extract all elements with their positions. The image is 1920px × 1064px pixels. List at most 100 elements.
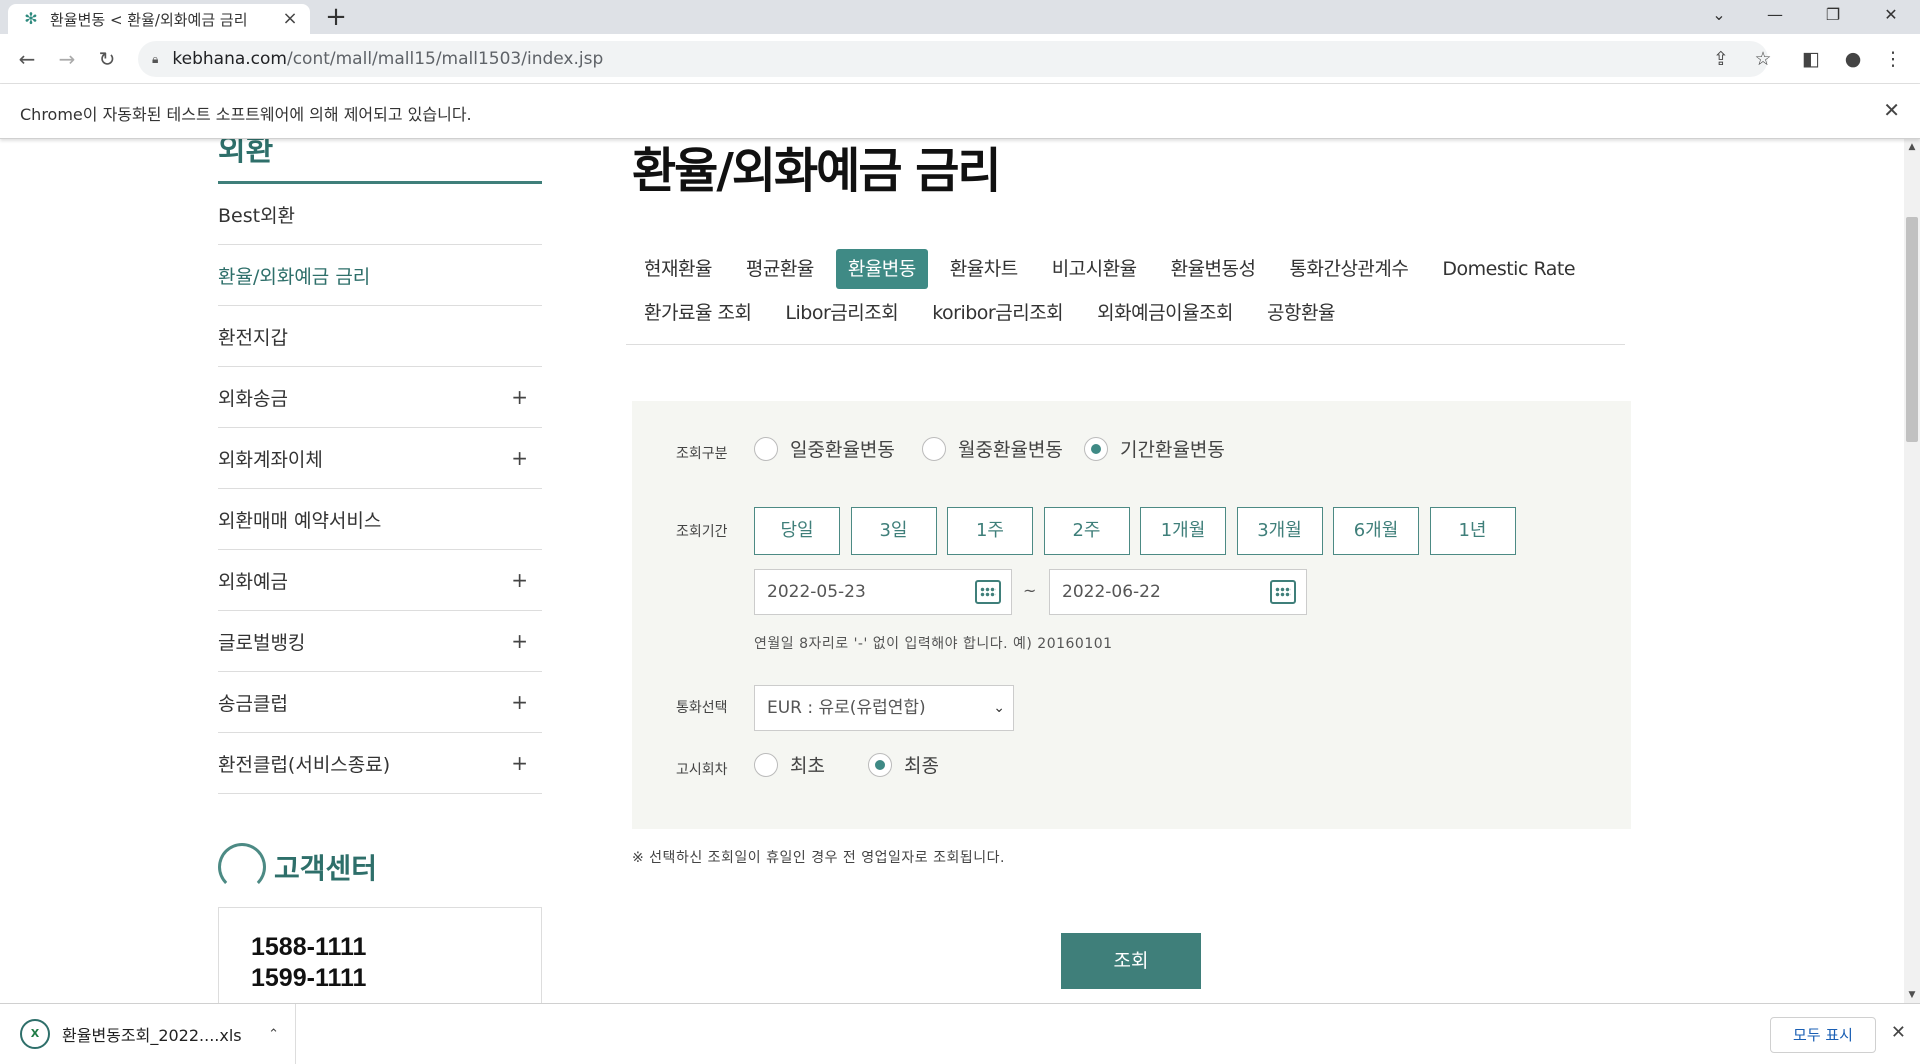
share-icon[interactable]: ⇪: [1706, 44, 1736, 74]
rate-tab[interactable]: 외화예금이율조회: [1085, 293, 1245, 333]
sidebar-item[interactable]: Best외환: [218, 184, 542, 245]
period-button[interactable]: 당일: [754, 507, 840, 555]
url-host: kebhana.com: [172, 49, 287, 69]
tab-search-icon[interactable]: ⌄: [1696, 0, 1742, 30]
radio-circle[interactable]: [922, 436, 946, 461]
chrome-menu-icon[interactable]: ⋮: [1878, 44, 1908, 74]
download-item[interactable]: X 환율변동조회_2022....xls ⌃: [8, 1004, 296, 1064]
page-scrollbar[interactable]: ▲ ▼: [1904, 139, 1920, 1003]
period-button[interactable]: 1개월: [1140, 507, 1226, 555]
sidebar-item[interactable]: 외화계좌이체 +: [218, 428, 542, 489]
period-button[interactable]: 3개월: [1236, 507, 1323, 555]
profile-avatar-icon[interactable]: ●: [1838, 44, 1868, 74]
sidebar-heading: 외환: [218, 139, 274, 168]
sidebar-item[interactable]: 환율/외화예금 금리: [218, 245, 542, 306]
forward-icon[interactable]: →: [52, 44, 82, 74]
rate-tab[interactable]: 공항환율: [1255, 293, 1347, 333]
url-bar[interactable]: 🔒︎ kebhana.com/cont/mall/mall15/mall1503…: [138, 41, 1768, 77]
calendar-icon[interactable]: [975, 580, 1001, 604]
sidebar-item[interactable]: 외화예금 +: [218, 550, 542, 611]
sidebar-item[interactable]: 환전클럽(서비스종료) +: [218, 733, 542, 794]
side-panel-icon[interactable]: ◧: [1796, 44, 1826, 74]
period-button[interactable]: 1주: [947, 507, 1033, 555]
show-all-downloads-button[interactable]: 모두 표시: [1770, 1017, 1876, 1053]
sidebar-item[interactable]: 외화송금 +: [218, 367, 542, 428]
chevron-up-icon[interactable]: ⌃: [268, 1027, 279, 1042]
radio-circle-checked[interactable]: [868, 752, 892, 777]
query-submit-button[interactable]: 조회: [1061, 933, 1201, 989]
rate-tab[interactable]: Domestic Rate: [1430, 249, 1587, 289]
notice-round-label: 고시회차: [676, 762, 728, 778]
sidebar-item-label: 송금클럽: [218, 692, 288, 715]
currency-select[interactable]: EUR : 유로(유럽연합) ⌄: [754, 685, 1014, 731]
calendar-icon[interactable]: [1270, 580, 1296, 604]
rate-tab[interactable]: Libor금리조회: [773, 293, 910, 333]
tabs-divider: [626, 344, 1625, 345]
period-button[interactable]: 2주: [1043, 507, 1130, 555]
phone-number-2[interactable]: 1599-1111: [251, 963, 509, 994]
sidebar-item-label: 외환매매 예약서비스: [218, 509, 382, 532]
sidebar-item[interactable]: 송금클럽 +: [218, 672, 542, 733]
sidebar-item[interactable]: 글로벌뱅킹 +: [218, 611, 542, 672]
sidebar-item[interactable]: 외환매매 예약서비스: [218, 489, 542, 550]
back-icon[interactable]: ←: [12, 44, 42, 74]
lock-icon[interactable]: 🔒︎: [152, 52, 158, 67]
radio-circle-checked[interactable]: [1084, 436, 1108, 461]
tab-close-icon[interactable]: ×: [280, 9, 300, 29]
restore-icon[interactable]: ❐: [1810, 0, 1856, 30]
period-button[interactable]: 3일: [850, 507, 937, 555]
window-close-icon[interactable]: ✕: [1868, 0, 1914, 30]
holiday-note: ※ 선택하신 조회일이 휴일인 경우 전 영업일자로 조회됩니다.: [632, 850, 1005, 866]
rate-tab[interactable]: 환가료율 조회: [632, 293, 763, 333]
period-button[interactable]: 6개월: [1333, 507, 1419, 555]
expand-plus-icon[interactable]: +: [511, 385, 528, 409]
radio-intraday[interactable]: 일중환율변동: [754, 435, 895, 462]
infobar-close-icon[interactable]: ✕: [1883, 98, 1900, 122]
tab-title: 환율변동 < 환율/외화예금 금리: [50, 10, 248, 29]
minimize-icon[interactable]: —: [1752, 0, 1798, 30]
expand-plus-icon[interactable]: +: [511, 629, 528, 653]
rate-tab[interactable]: 환율변동성: [1159, 249, 1268, 289]
rate-tab[interactable]: 현재환율: [632, 249, 724, 289]
rate-tabs: 현재환율 평균환율 환율변동 환율차트 비고시환율 환율변동성 통화간상관계수 Domesti…: [632, 247, 1622, 335]
end-date-value: 2022-06-22: [1062, 582, 1161, 602]
rate-tab[interactable]: 환율차트: [938, 249, 1030, 289]
phone-number-1[interactable]: 1588-1111: [251, 932, 509, 963]
radio-period[interactable]: 기간환율변동: [1084, 435, 1225, 462]
automation-infobar: Chrome이 자동화된 테스트 소프트웨어에 의해 제어되고 있습니다. ✕: [0, 84, 1920, 139]
sidebar-item[interactable]: 환전지갑: [218, 306, 542, 367]
radio-monthly[interactable]: 월중환율변동: [922, 435, 1063, 462]
bookmark-star-icon[interactable]: ☆: [1748, 44, 1778, 74]
scroll-down-icon[interactable]: ▼: [1904, 987, 1920, 1003]
period-button[interactable]: 1년: [1429, 507, 1516, 555]
radio-first[interactable]: 최초: [754, 751, 825, 778]
radio-final[interactable]: 최종: [868, 751, 939, 778]
expand-plus-icon[interactable]: +: [511, 568, 528, 592]
rate-tabs-row-1: 현재환율 평균환율 환율변동 환율차트 비고시환율 환율변동성 통화간상관계수 Domesti…: [632, 247, 1622, 291]
reload-icon[interactable]: ↻: [92, 44, 122, 74]
customer-center-box: 1588-1111 1599-1111: [218, 907, 542, 1003]
customer-center-title: 고객센터: [218, 843, 377, 891]
url-path: /cont/mall/mall15/mall1503/index.jsp: [286, 49, 604, 69]
expand-plus-icon[interactable]: +: [511, 690, 528, 714]
currency-label: 통화선택: [676, 700, 728, 716]
query-form: 조회구분 일중환율변동 월중환율변동 기간환율변동 조회기간 당일 3일 1주 2주 1…: [632, 401, 1631, 829]
scrollbar-thumb[interactable]: [1906, 217, 1918, 442]
scroll-up-icon[interactable]: ▲: [1904, 139, 1920, 155]
sidebar-item-label: 환율/외화예금 금리: [218, 265, 371, 288]
end-date-input[interactable]: 2022-06-22: [1049, 569, 1307, 615]
radio-circle[interactable]: [754, 436, 778, 461]
rate-tab[interactable]: 평균환율: [734, 249, 826, 289]
browser-tab[interactable]: ✻ 환율변동 < 환율/외화예금 금리 ×: [8, 4, 310, 34]
expand-plus-icon[interactable]: +: [511, 446, 528, 470]
rate-tab[interactable]: 비고시환율: [1040, 249, 1149, 289]
start-date-input[interactable]: 2022-05-23: [754, 569, 1012, 615]
rate-tab[interactable]: 통화간상관계수: [1278, 249, 1421, 289]
download-bar-close-icon[interactable]: ✕: [1891, 1022, 1906, 1043]
browser-tab-strip: ✻ 환율변동 < 환율/외화예금 금리 × + ⌄ — ❐ ✕: [0, 0, 1920, 34]
rate-tab[interactable]: koribor금리조회: [920, 293, 1075, 333]
radio-circle[interactable]: [754, 752, 778, 777]
expand-plus-icon[interactable]: +: [511, 751, 528, 775]
rate-tab[interactable]: 환율변동: [835, 249, 928, 289]
new-tab-icon[interactable]: +: [322, 4, 350, 32]
